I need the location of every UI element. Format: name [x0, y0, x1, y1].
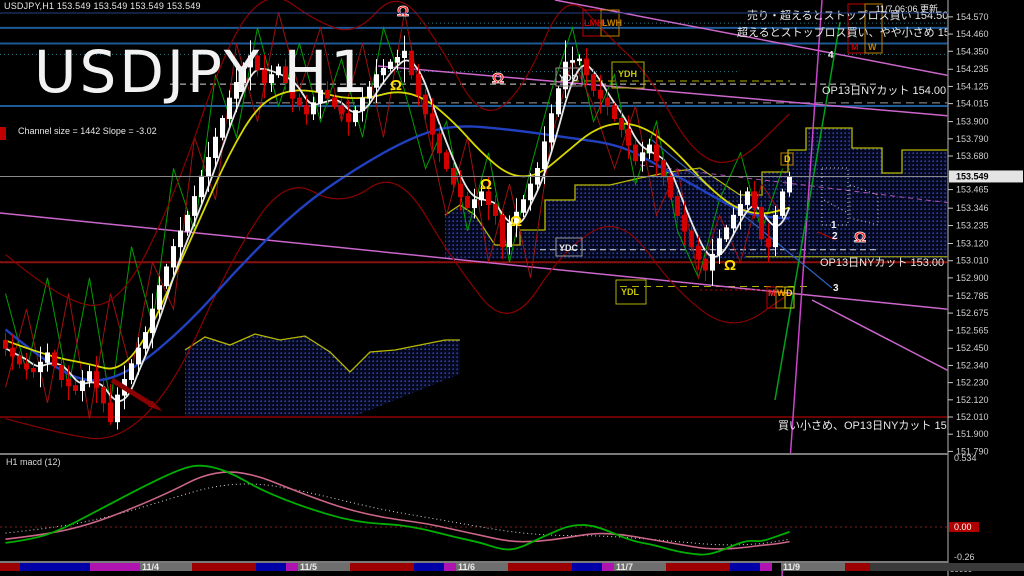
watermark-symbol-title: USDJPY H1 [34, 38, 370, 106]
price-tick-label[interactable]: 152.450 [956, 343, 989, 353]
omega-marker: Ω [492, 70, 504, 87]
price-tick-label[interactable]: 153.680 [956, 151, 989, 161]
price-tick-label[interactable]: 154.235 [956, 64, 989, 74]
symbol-quote-line: USDJPY,H1 153.549 153.549 153.549 153.54… [4, 1, 201, 11]
macd-pane [0, 455, 1024, 562]
price-tick-label[interactable]: 154.125 [956, 81, 989, 91]
price-tick-label[interactable]: 153.900 [956, 117, 989, 127]
price-tick-label[interactable]: 153.465 [956, 185, 989, 195]
date-label-11/9[interactable]: 11/9 [783, 562, 800, 572]
macd-scale-bottom: -0.26 [954, 552, 975, 562]
date-label-11/7[interactable]: 11/7 [616, 562, 633, 572]
price-tick-label[interactable]: 152.785 [956, 291, 989, 301]
omega-marker: Ω [724, 257, 736, 274]
date-label-11/4[interactable]: 11/4 [142, 562, 159, 572]
macd-scale-zero: 0.00 [954, 522, 972, 532]
price-tick-label[interactable]: 154.015 [956, 99, 989, 109]
channel-info-label: Channel size = 1442 Slope = -3.02 [18, 126, 157, 136]
price-tick-label[interactable]: 153.790 [956, 134, 989, 144]
svg-text:YDC: YDC [559, 243, 579, 253]
svg-text:YDH: YDH [618, 69, 637, 79]
price-tick-label[interactable]: 154.350 [956, 46, 989, 56]
channel-marker [0, 127, 6, 140]
svg-text:YDL: YDL [621, 287, 640, 297]
omega-marker: Ω [854, 229, 866, 246]
svg-text:YDO: YDO [559, 73, 579, 83]
macd-indicator-label: H1 macd (12) [6, 457, 61, 467]
price-tick-label[interactable]: 152.340 [956, 360, 989, 370]
date-label-11/5[interactable]: 11/5 [300, 562, 317, 572]
note-stop-15440: 超えるとストップロス買い、やや小さめ 154.40 [737, 25, 971, 39]
svg-text:D: D [786, 288, 793, 298]
price-tick-label[interactable]: 152.120 [956, 395, 989, 405]
note-buy-op-15200: 買い小さめ、OP13日NYカット 152.00 [778, 419, 968, 432]
price-tick-label[interactable]: 152.230 [956, 378, 989, 388]
price-tick-label[interactable]: 151.900 [956, 429, 989, 439]
macd-scale-top: 0.534 [954, 453, 977, 463]
price-tick-label[interactable]: 154.460 [956, 29, 989, 39]
omega-marker: Ω [510, 213, 522, 230]
price-tick-label[interactable]: 152.675 [956, 308, 989, 318]
price-tick-label[interactable]: 153.010 [956, 256, 989, 266]
svg-text:W: W [868, 42, 877, 52]
trading-chart-window: ΩΩΩΩΩΩΩ4123LMHLWHMWYDOYDHYDCYDLMWDD売り・超え… [0, 0, 1024, 576]
note-op-15400: OP13日NYカット 154.00 [822, 84, 946, 97]
price-tick-label[interactable]: 152.900 [956, 273, 989, 283]
wave-count-digit: 3 [833, 283, 839, 294]
note-op-15300: OP13日NYカット 153.00 [820, 256, 944, 269]
current-price-value: 153.549 [956, 171, 989, 181]
price-tick-label[interactable]: 152.565 [956, 325, 989, 335]
svg-text:M: M [768, 288, 776, 298]
price-tick-label[interactable]: 152.010 [956, 412, 989, 422]
price-tick-label[interactable]: 153.120 [956, 239, 989, 249]
wave-count-digit: 1 [831, 220, 837, 231]
price-tick-label[interactable]: 154.570 [956, 12, 989, 22]
price-tick-label[interactable]: 153.235 [956, 221, 989, 231]
omega-marker: Ω [480, 176, 492, 193]
omega-marker: Ω [397, 3, 409, 20]
update-timestamp: 11/7 06:06 更新 [876, 2, 938, 15]
svg-text:LWH: LWH [602, 18, 622, 28]
svg-text:D: D [784, 154, 791, 164]
price-tick-label[interactable]: 153.346 [956, 203, 989, 213]
wave-count-digit: 2 [832, 231, 838, 242]
svg-text:M: M [851, 42, 859, 52]
wave-count-digit: 4 [828, 50, 834, 61]
omega-marker: Ω [390, 77, 402, 94]
date-label-11/6[interactable]: 11/6 [458, 562, 475, 572]
